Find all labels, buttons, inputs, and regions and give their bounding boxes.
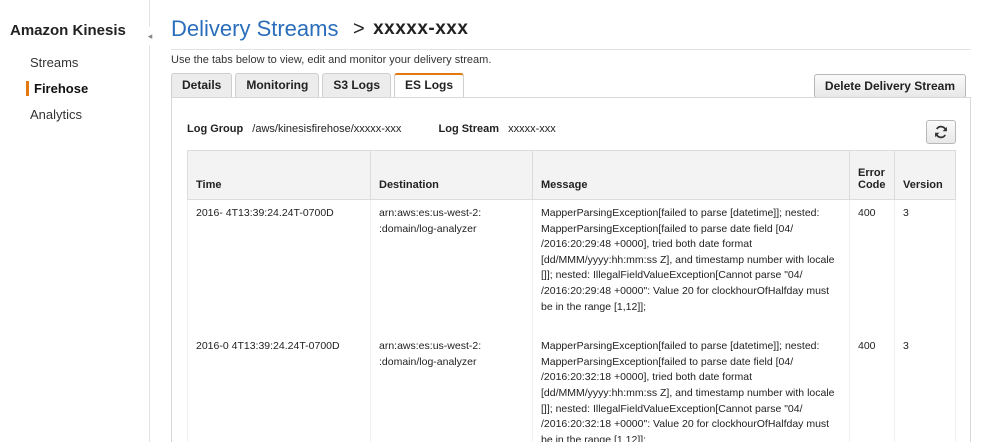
sidebar-item-label: Analytics bbox=[30, 107, 83, 122]
delete-delivery-stream-button[interactable]: Delete Delivery Stream bbox=[813, 74, 966, 98]
log-info: Log Group /aws/kinesisfirehose/xxxxx-xxx… bbox=[187, 123, 590, 135]
brand-title: Amazon Kinesis bbox=[10, 22, 126, 39]
cell-error-code: 400 bbox=[849, 325, 895, 442]
log-group-value: /aws/kinesisfirehose/xxxxx-xxx bbox=[252, 123, 402, 135]
log-stream-value: xxxxx-xxx bbox=[508, 123, 556, 135]
column-header-error-code[interactable]: Error Code bbox=[849, 150, 895, 200]
column-header-destination[interactable]: Destination bbox=[370, 150, 533, 200]
cell-message: MapperParsingException[failed to parse [… bbox=[532, 325, 850, 442]
breadcrumb-delivery-streams[interactable]: Delivery Streams bbox=[171, 16, 338, 41]
es-logs-table: Time Destination Message Error Code Vers… bbox=[187, 150, 956, 442]
tab-s3-logs[interactable]: S3 Logs bbox=[322, 73, 392, 97]
sidebar-item-label: Streams bbox=[30, 55, 79, 70]
table-row: 2016- 4T13:39:24.24T-0700D arn:aws:es:us… bbox=[187, 199, 956, 326]
collapse-sidebar-icon[interactable]: ◂ bbox=[143, 27, 157, 45]
cell-destination: arn:aws:es:us-west-2: :domain/log-analyz… bbox=[370, 199, 533, 326]
tab-bar: Details Monitoring S3 Logs ES Logs bbox=[171, 73, 467, 98]
cell-time: 2016- 4T13:39:24.24T-0700D bbox=[187, 199, 371, 326]
sidebar: Amazon Kinesis Streams Firehose Analytic… bbox=[0, 0, 157, 442]
log-stream-label: Log Stream bbox=[438, 123, 500, 135]
sidebar-item-analytics[interactable]: Analytics bbox=[0, 106, 150, 132]
sidebar-item-firehose[interactable]: Firehose bbox=[0, 80, 150, 106]
breadcrumb-separator: > bbox=[352, 17, 365, 40]
es-logs-panel: Log Group /aws/kinesisfirehose/xxxxx-xxx… bbox=[171, 97, 971, 442]
instructions-text: Use the tabs below to view, edit and mon… bbox=[171, 54, 492, 66]
cell-message: MapperParsingException[failed to parse [… bbox=[532, 199, 850, 326]
table-header-row: Time Destination Message Error Code Vers… bbox=[187, 150, 956, 200]
cell-error-code: 400 bbox=[849, 199, 895, 326]
refresh-icon bbox=[935, 125, 947, 139]
column-header-message[interactable]: Message bbox=[532, 150, 850, 200]
tab-monitoring[interactable]: Monitoring bbox=[235, 73, 320, 97]
log-group-label: Log Group bbox=[187, 123, 244, 135]
page-header: Delivery Streams > xxxxx-xxx bbox=[171, 16, 971, 50]
tab-details[interactable]: Details bbox=[171, 73, 233, 97]
table-row: 2016-0 4T13:39:24.24T-0700D arn:aws:es:u… bbox=[187, 325, 956, 442]
tab-es-logs[interactable]: ES Logs bbox=[394, 73, 465, 98]
sidebar-item-streams[interactable]: Streams bbox=[0, 54, 150, 80]
cell-time: 2016-0 4T13:39:24.24T-0700D bbox=[187, 325, 371, 442]
refresh-button[interactable] bbox=[926, 120, 956, 144]
sidebar-nav: Streams Firehose Analytics bbox=[0, 54, 150, 132]
cell-destination: arn:aws:es:us-west-2: :domain/log-analyz… bbox=[370, 325, 533, 442]
sidebar-item-label: Firehose bbox=[34, 81, 89, 96]
column-header-time[interactable]: Time bbox=[187, 150, 371, 200]
cell-version: 3 bbox=[894, 325, 956, 442]
page-title: xxxxx-xxx bbox=[373, 18, 469, 39]
cell-version: 3 bbox=[894, 199, 956, 326]
column-header-version[interactable]: Version bbox=[894, 150, 956, 200]
